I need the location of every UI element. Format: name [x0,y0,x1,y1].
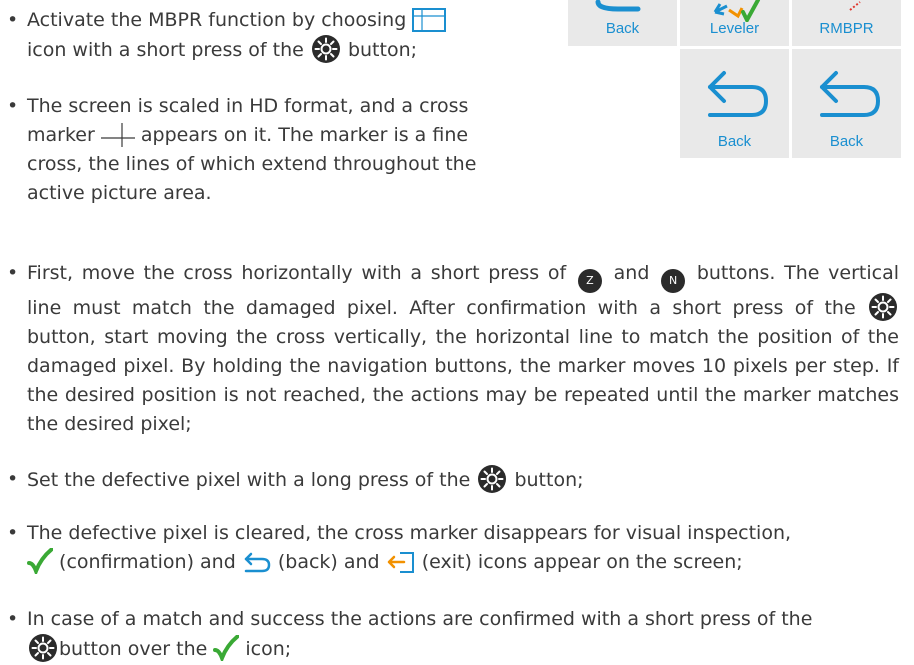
menu-cell-back-1[interactable]: Back [568,0,677,46]
text: cross, the lines of which extend through… [27,153,477,175]
mbpr-icon [412,8,447,32]
text: icon; [245,638,292,660]
menu-cell-label: Back [717,133,752,150]
menu-cell-back-2[interactable]: Back [680,49,789,158]
bullet-mark: • [7,95,19,117]
text: icon with a short press of the [27,39,304,61]
check-icon [27,548,53,574]
rmbpr-icon [849,1,861,11]
text: button; [347,39,418,61]
leveler-icon [713,0,760,22]
ok-button-icon [869,293,897,321]
exit-icon [387,552,414,573]
menu-cell-back-3[interactable]: Back [792,49,901,158]
back-arrow-icon [820,71,881,117]
bullet-mark: • [7,9,19,31]
menu-cell-label: RMBPR [819,20,874,37]
text: button over the [59,638,208,660]
menu-cell-leveler[interactable]: Leveler [680,0,789,46]
text: The defective pixel is cleared, the cros… [27,522,792,544]
bullet-item-3: • First, move the cross horizontally wit… [7,259,899,439]
bullet-item-5: • The defective pixel is cleared, the cr… [7,519,907,577]
text: marker [27,124,95,146]
text: button, start moving the cross verticall… [27,326,899,435]
menu-cell-label: Leveler [709,20,760,37]
back-arrow-icon [708,71,769,117]
check-icon [213,635,240,661]
bullet-item-4: • Set the defective pixel with a long pr… [7,465,899,495]
bullet-mark: • [7,608,19,630]
text: (back) and [277,551,380,573]
ok-button-icon [29,634,57,662]
text: active picture area. [27,182,212,204]
bullet-mark: • [7,262,19,284]
menu-grid: Back Leveler RMBPR Back Back [568,0,901,158]
ok-button-icon [478,465,507,493]
menu-cell-label: Back [605,20,640,37]
back-arrow-icon [595,0,641,12]
text: The screen is scaled in HD format, and a… [27,95,469,117]
text: (exit) icons appear on the screen; [421,551,743,573]
text: appears on it. The marker is a fine [140,124,469,146]
ok-button-icon [311,35,340,63]
z-button-icon: Z [577,269,602,293]
text: First, move the cross horizontally with … [27,262,567,284]
text: (confirmation) and [59,551,236,573]
text: Activate the MBPR function by choosing [27,9,407,31]
n-button-icon: N [661,269,686,293]
bullet-mark: • [7,468,19,490]
cross-marker-icon [100,123,135,147]
bullet-mark: • [7,522,19,544]
bullet-item-6: • In case of a match and success the act… [7,605,907,664]
bullet-item-1: • Activate the MBPR function by choosing… [7,6,540,65]
text: button; [514,469,584,491]
text: Set the defective pixel with a long pres… [27,469,471,491]
back-arrow-icon [244,552,271,573]
text: In case of a match and success the actio… [27,608,813,630]
bullet-item-2: • The screen is scaled in HD format, and… [7,92,540,208]
text: and [613,262,650,284]
menu-cell-label: Back [829,133,864,150]
menu-cell-rmbpr[interactable]: RMBPR [792,0,901,46]
